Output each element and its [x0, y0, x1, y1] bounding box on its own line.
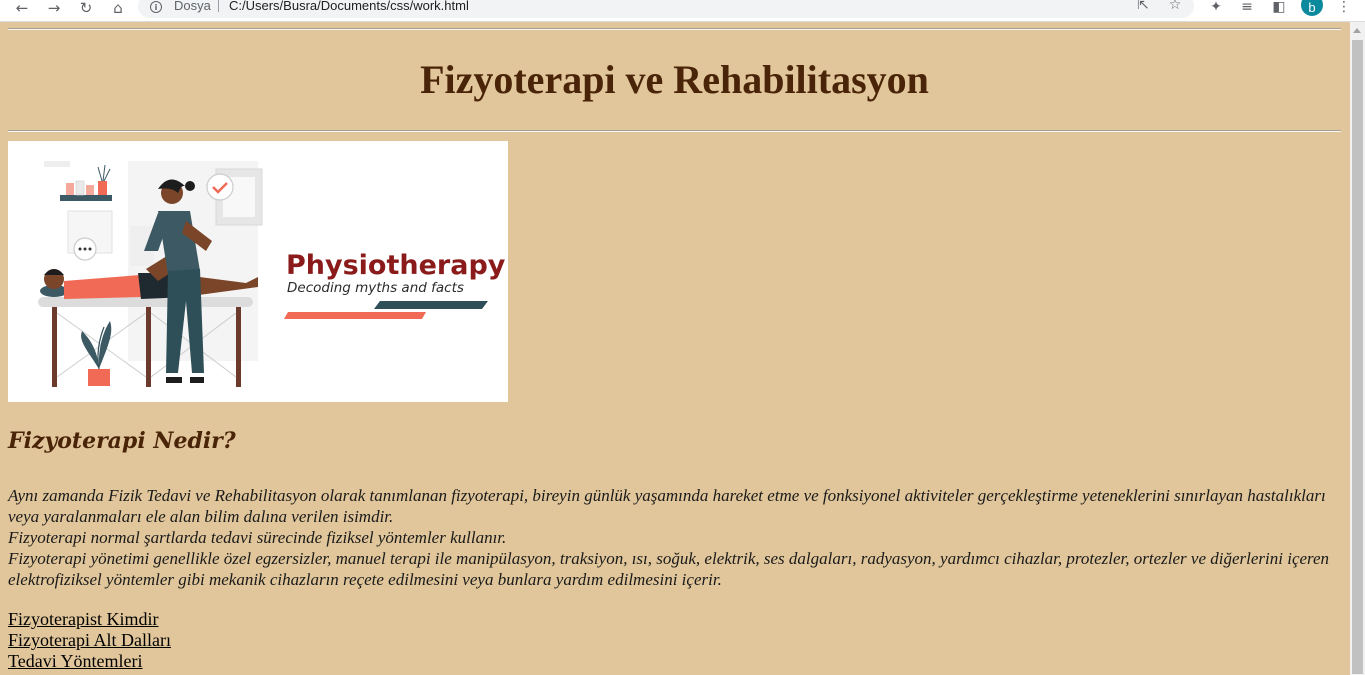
- paragraph-line: Fizyoterapi normal şartlarda tedavi süre…: [8, 528, 507, 547]
- bottom-divider: [8, 130, 1341, 132]
- profile-avatar[interactable]: b: [1301, 0, 1323, 16]
- extensions-icon[interactable]: ✦: [1206, 0, 1226, 16]
- home-icon[interactable]: ⌂: [107, 0, 129, 16]
- banner-heading: Physiotherapy:: [286, 250, 508, 281]
- top-divider: [8, 28, 1341, 30]
- physiotherapy-banner-image: Physiotherapy: Decoding myths and facts: [8, 141, 508, 402]
- address-bar[interactable]: i Dosya C:/Users/Busra/Documents/css/wor…: [138, 0, 1194, 18]
- link-fizyoterapist-kimdir[interactable]: Fizyoterapist Kimdir: [8, 609, 171, 630]
- description-paragraph: Aynı zamanda Fizik Tedavi ve Rehabilitas…: [8, 485, 1338, 590]
- link-fizyoterapi-alt-dallari[interactable]: Fizyoterapi Alt Dalları: [8, 630, 171, 651]
- reading-list-icon[interactable]: ≡: [1237, 0, 1257, 16]
- page-title: Fizyoterapi ve Rehabilitasyon: [420, 57, 929, 102]
- banner-tagline: Decoding myths and facts: [287, 280, 464, 296]
- share-icon[interactable]: ⇱: [1134, 0, 1152, 14]
- vertical-scrollbar[interactable]: [1350, 22, 1365, 675]
- link-tedavi-yontemleri[interactable]: Tedavi Yöntemleri: [8, 651, 171, 672]
- link-list: Fizyoterapist Kimdir Fizyoterapi Alt Dal…: [8, 609, 171, 672]
- star-icon[interactable]: ☆: [1166, 0, 1184, 14]
- paragraph-line: Fizyoterapi yönetimi genellikle özel egz…: [8, 549, 1330, 589]
- back-icon[interactable]: ←: [11, 0, 33, 16]
- scroll-thumb[interactable]: [1352, 40, 1363, 674]
- side-panel-icon[interactable]: ◧: [1269, 0, 1289, 16]
- scroll-up-arrow-icon[interactable]: [1353, 28, 1361, 33]
- banner-illustration: Physiotherapy: Decoding myths and facts: [38, 161, 508, 387]
- url-text[interactable]: C:/Users/Busra/Documents/css/work.html: [229, 0, 469, 13]
- reload-icon[interactable]: ↻: [75, 0, 97, 16]
- info-icon[interactable]: i: [150, 1, 162, 13]
- paragraph-line: Aynı zamanda Fizik Tedavi ve Rehabilitas…: [8, 486, 1326, 526]
- browser-toolbar: ← → ↻ ⌂ i Dosya C:/Users/Busra/Documents…: [0, 0, 1365, 22]
- scheme-label: Dosya: [174, 0, 211, 13]
- address-separator: [218, 0, 219, 12]
- menu-icon[interactable]: ⋮: [1334, 0, 1354, 16]
- section-heading: Fizyoterapi Nedir?: [8, 428, 236, 454]
- forward-icon[interactable]: →: [43, 0, 65, 16]
